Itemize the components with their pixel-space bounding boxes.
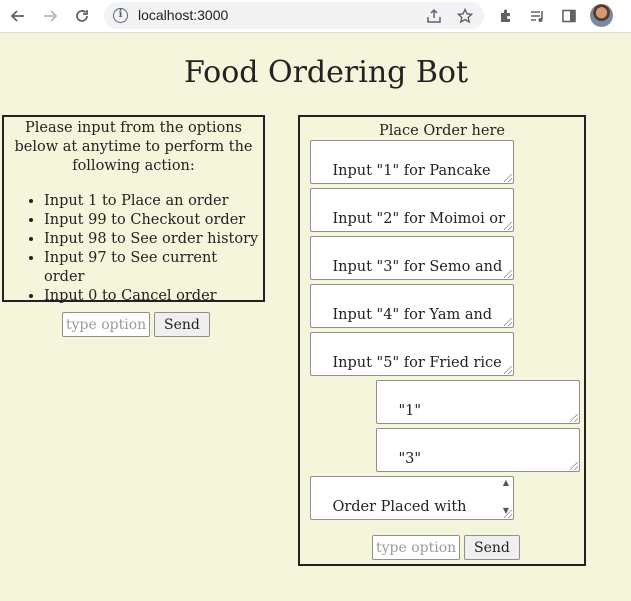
option-item: Input 1 to Place an order [44,192,259,211]
order-input[interactable] [372,535,460,560]
order-confirmation-text: Order Placed with orderId(ef7cb384-0349- [314,499,490,519]
resize-grip-icon[interactable] [570,414,578,422]
resize-grip-icon[interactable] [504,174,512,182]
resize-grip-icon[interactable] [570,462,578,470]
site-info-icon[interactable]: i [113,8,128,23]
side-panel-icon[interactable] [559,6,579,26]
share-icon[interactable] [424,6,444,26]
options-panel: Please input from the options below at a… [2,115,265,304]
menu-message[interactable]: Input "1" for Pancake and eggs [310,140,514,184]
extensions-puzzle-icon[interactable] [496,6,516,26]
order-form: Send [372,535,520,560]
user-message-text: "3" [398,451,422,467]
option-item: Input 0 to Cancel order [44,287,259,306]
scroll-up-icon[interactable]: ▲ [503,479,509,487]
option-item: Input 98 to See order history [44,230,259,249]
option-send-button[interactable]: Send [154,312,210,337]
bookmark-star-icon[interactable] [455,6,475,26]
options-list: Input 1 to Place an order Input 99 to Ch… [8,192,259,306]
menu-message-text: Input "1" for Pancake and eggs [314,163,491,183]
user-message[interactable]: "3" [376,428,580,472]
resize-grip-icon[interactable] [504,510,512,518]
options-intro: Please input from the options below at a… [14,120,253,174]
option-item: Input 97 to See current order [44,249,259,287]
user-message[interactable]: "1" [376,380,580,424]
menu-message[interactable]: Input "2" for Moimoi or Akara with Pap [310,188,514,232]
url-text: localhost:3000 [138,7,229,23]
menu-message[interactable]: Input "3" for Semo and Egusi [310,236,514,280]
order-confirmation-message[interactable]: Order Placed with orderId(ef7cb384-0349-… [310,476,514,520]
menu-message[interactable]: Input "5" for Fried rice and Pig Meat [310,332,514,376]
menu-message-text: Input "4" for Yam and Egg Sauce [314,307,493,327]
order-heading: Place Order here [378,123,505,139]
resize-grip-icon[interactable] [504,366,512,374]
address-bar[interactable]: i localhost:3000 [104,2,484,29]
resize-grip-icon[interactable] [504,318,512,326]
user-message-text: "1" [398,403,422,419]
browser-toolbar: i localhost:3000 [0,0,631,33]
profile-avatar[interactable] [590,4,613,27]
media-queue-icon[interactable] [527,6,547,26]
resize-grip-icon[interactable] [504,222,512,230]
order-send-button[interactable]: Send [464,535,520,560]
back-arrow-icon[interactable] [6,5,30,27]
menu-message[interactable]: Input "4" for Yam and Egg Sauce [310,284,514,328]
menu-message-text: Input "2" for Moimoi or Akara with Pap [314,211,505,231]
option-input[interactable] [62,312,150,337]
menu-message-text: Input "3" for Semo and Egusi [314,259,503,279]
option-item: Input 99 to Checkout order [44,211,259,230]
reload-icon[interactable] [70,5,94,27]
resize-grip-icon[interactable] [504,270,512,278]
forward-arrow-icon[interactable] [38,5,62,27]
option-form: Send [62,312,210,337]
page-title: Food Ordering Bot [183,55,469,90]
menu-message-text: Input "5" for Fried rice and Pig Meat [314,355,502,375]
order-chat-panel: Place Order here Input "1" for Pancake a… [298,115,586,566]
